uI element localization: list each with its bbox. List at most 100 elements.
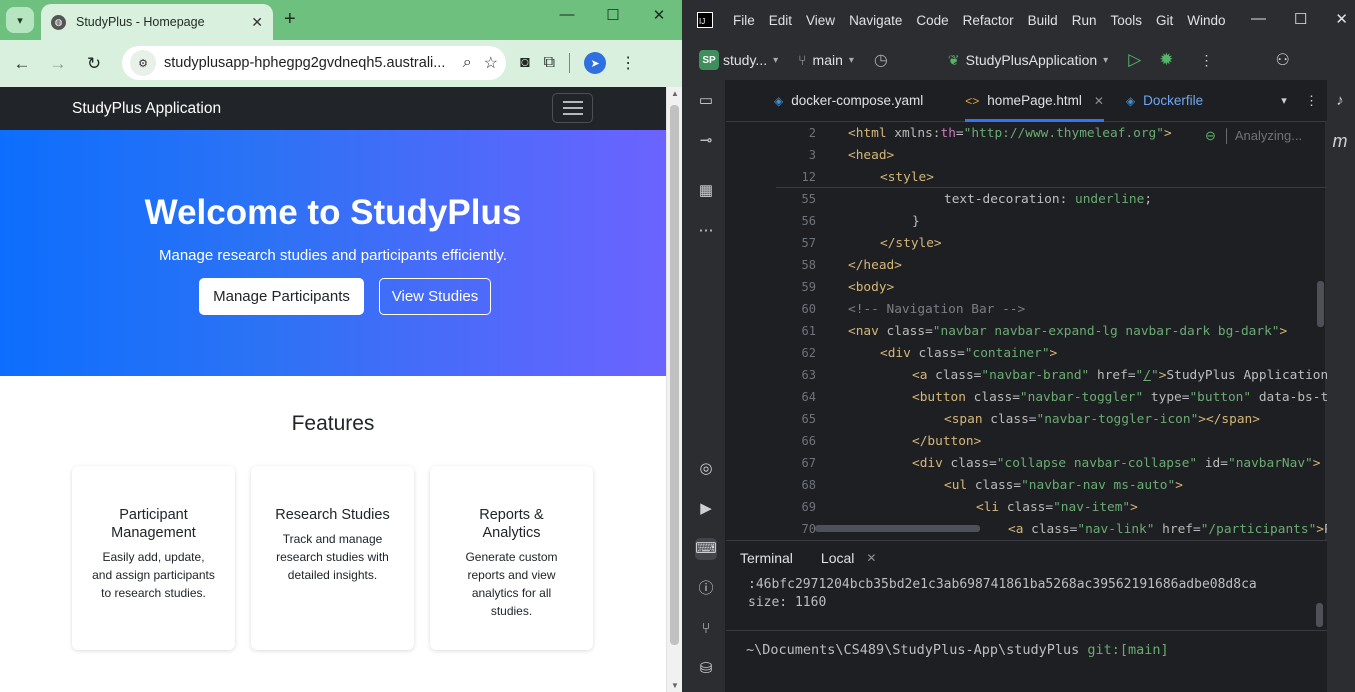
editor-horizontal-scrollbar[interactable] — [815, 525, 980, 532]
minimize-button[interactable]: — — [556, 6, 578, 24]
profile-avatar[interactable]: ➤ — [584, 52, 607, 74]
close-icon[interactable]: ✕ — [1094, 94, 1104, 108]
code-line: <html xmlns:th="http://www.thymeleaf.org… — [848, 126, 1172, 141]
scroll-down-icon[interactable]: ▼ — [671, 681, 679, 690]
menu-view[interactable]: View — [806, 13, 835, 28]
terminal-scrollbar[interactable] — [1316, 603, 1323, 627]
commit-icon[interactable]: ⊸ — [695, 130, 717, 152]
tab-docker-compose[interactable]: ◈ docker-compose.yaml — [774, 93, 923, 108]
tab-dockerfile[interactable]: ◈ Dockerfile — [1126, 93, 1203, 108]
page-scrollbar[interactable]: ▲ ▼ — [666, 87, 682, 692]
code-line: <body> — [848, 280, 895, 295]
line-number: 56 — [801, 214, 816, 228]
maven-icon[interactable]: m — [1329, 130, 1351, 152]
debug-icon[interactable]: ✹ — [1159, 50, 1173, 70]
forward-button[interactable]: → — [40, 54, 76, 74]
chevron-down-icon[interactable]: ▾ — [849, 55, 854, 66]
more-icon[interactable]: ⋮ — [1305, 93, 1319, 109]
code-editor[interactable]: 2 3 12 55 56 57 58 59 60 61 62 63 64 65 … — [776, 122, 1327, 538]
close-tab-icon[interactable]: ✕ — [251, 14, 263, 31]
code-line: </head> — [848, 258, 902, 273]
ide-close-button[interactable]: ✕ — [1335, 10, 1348, 28]
problems-icon[interactable]: ⓘ — [695, 578, 717, 600]
bookmark-star-icon[interactable]: ☆ — [484, 53, 498, 73]
tab-label: docker-compose.yaml — [791, 93, 924, 108]
menu-run[interactable]: Run — [1072, 13, 1097, 28]
chevron-down-icon[interactable]: ▾ — [1281, 94, 1287, 107]
git-icon[interactable]: ⑂ — [695, 618, 717, 640]
navbar-toggler-button[interactable] — [552, 93, 593, 123]
run-icon[interactable]: ▷ — [1128, 50, 1141, 70]
scroll-thumb[interactable] — [670, 105, 679, 645]
menu-tools[interactable]: Tools — [1110, 13, 1142, 28]
editor-scrollbar[interactable] — [1317, 281, 1324, 327]
more-icon[interactable]: ⋮ — [1200, 52, 1214, 69]
back-button[interactable]: ← — [4, 54, 40, 74]
maximize-button[interactable]: ☐ — [602, 6, 624, 24]
terminal-prompt[interactable]: ~\Documents\CS489\StudyPlus-App\studyPlu… — [746, 642, 1169, 658]
notifications-icon[interactable]: ♪ — [1329, 90, 1351, 112]
prompt-git: git:[main] — [1087, 642, 1169, 658]
browser-tab[interactable]: ◍ StudyPlus - Homepage ✕ — [41, 4, 273, 40]
feature-card: Participant Management Easily add, updat… — [72, 466, 235, 650]
structure-icon[interactable]: ▦ — [695, 180, 717, 202]
chevron-down-icon[interactable]: ▾ — [1103, 55, 1108, 66]
terminal-tab-local[interactable]: Local — [821, 550, 854, 566]
tab-homepage[interactable]: <> homePage.html ✕ — [965, 80, 1104, 122]
menu-code[interactable]: Code — [916, 13, 948, 28]
run-config[interactable]: StudyPlusApplication — [966, 52, 1098, 68]
line-number: 64 — [801, 390, 816, 404]
more-tools-icon[interactable]: ⋯ — [695, 220, 717, 242]
add-user-icon[interactable]: ⚇ — [1276, 50, 1290, 70]
url-text[interactable]: studyplusapp-hphegpg2gvdneqh5.australi..… — [164, 55, 451, 71]
line-number: 70 — [801, 522, 816, 536]
docker-icon: ◈ — [774, 93, 784, 108]
tab-label: homePage.html — [987, 93, 1082, 108]
new-tab-button[interactable]: + — [284, 8, 296, 31]
view-studies-button[interactable]: View Studies — [379, 278, 491, 315]
html-icon: <> — [965, 93, 980, 108]
tab-search-button[interactable]: ▾ — [6, 7, 34, 33]
extension-icon[interactable]: ◙ — [520, 54, 530, 72]
feature-card: Research Studies Track and manage resear… — [251, 466, 414, 650]
reload-button[interactable]: ↻ — [76, 54, 112, 74]
feature-card-text: Easily add, update, and assign participa… — [92, 550, 215, 600]
folder-icon[interactable]: ▭ — [695, 90, 717, 112]
run-tool-icon[interactable]: ▶ — [695, 498, 717, 520]
ide-maximize-button[interactable]: ☐ — [1294, 10, 1307, 28]
extensions-puzzle-icon[interactable]: ⧉ — [544, 54, 555, 72]
terminal-output-line: :46bfc2971204bcb35bd2e1c3ab698741861ba52… — [748, 577, 1257, 592]
navbar-brand[interactable]: StudyPlus Application — [72, 100, 221, 118]
browser-menu-icon[interactable]: ⋮ — [620, 53, 636, 73]
features-heading: Features — [291, 412, 375, 435]
close-icon[interactable]: ✕ — [866, 551, 876, 565]
menu-file[interactable]: File — [733, 13, 755, 28]
project-badge[interactable]: SP — [699, 50, 719, 70]
menu-navigate[interactable]: Navigate — [849, 13, 902, 28]
history-icon[interactable]: ◷ — [874, 50, 888, 70]
menu-edit[interactable]: Edit — [769, 13, 792, 28]
branch-name[interactable]: main — [813, 52, 843, 68]
menu-git[interactable]: Git — [1156, 13, 1173, 28]
line-number: 63 — [801, 368, 816, 382]
menu-refactor[interactable]: Refactor — [963, 13, 1014, 28]
chevron-down-icon[interactable]: ▾ — [773, 55, 778, 66]
code-line: <ul class="navbar-nav ms-auto"> — [944, 478, 1183, 493]
services-icon[interactable]: ◎ — [695, 458, 717, 480]
web-page: StudyPlus Application Welcome to StudyPl… — [0, 87, 666, 692]
ide-minimize-button[interactable]: — — [1251, 10, 1266, 28]
database-icon[interactable]: ⛁ — [695, 658, 717, 680]
line-number: 68 — [801, 478, 816, 492]
project-name[interactable]: study... — [723, 52, 767, 68]
manage-participants-button[interactable]: Manage Participants — [199, 278, 364, 315]
address-bar[interactable]: ⚙ studyplusapp-hphegpg2gvdneqh5.australi… — [122, 46, 506, 80]
scroll-up-icon[interactable]: ▲ — [671, 89, 679, 98]
line-number: 65 — [801, 412, 816, 426]
close-window-button[interactable]: ✕ — [648, 6, 670, 24]
terminal-icon[interactable]: ⌨ — [695, 538, 717, 560]
menu-window[interactable]: Windo — [1187, 13, 1225, 28]
code-line: <head> — [848, 148, 895, 163]
site-info-icon[interactable]: ⚙ — [130, 50, 156, 76]
zoom-icon[interactable]: ⌕ — [463, 54, 472, 72]
menu-build[interactable]: Build — [1028, 13, 1058, 28]
